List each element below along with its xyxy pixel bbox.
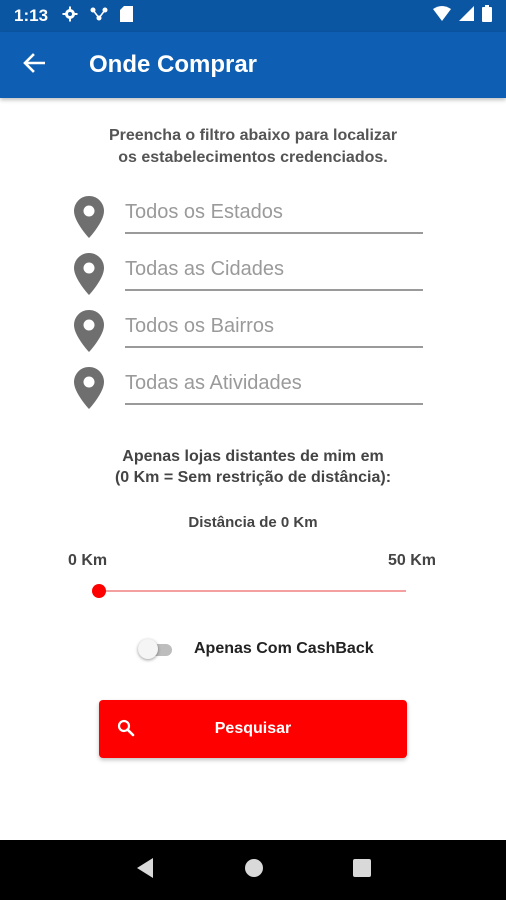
distance-description-line2: (0 Km = Sem restrição de distância): [114,469,392,486]
distance-description-line1: Apenas lojas distantes de mim em [122,448,384,465]
cashback-label: Apenas Com CashBack [194,640,374,657]
status-right-icons [433,5,492,27]
intro-text: Preencha o filtro abaixo para localizar … [0,125,506,169]
city-select[interactable]: Todas as Cidades [125,251,423,291]
signal-icon [459,6,474,26]
activity-filter-row: Todas as Atividades [70,365,426,409]
toggle-thumb [138,639,158,659]
search-button-label: Pesquisar [214,720,292,737]
search-icon [117,719,135,742]
location-pin-icon [74,310,104,357]
back-button[interactable] [0,32,68,98]
neighborhood-filter-row: Todos os Bairros [70,308,426,352]
distance-description: Apenas lojas distantes de mim em (0 Km =… [0,446,506,488]
location-pin-icon [74,253,104,300]
neighborhood-select[interactable]: Todos os Bairros [125,308,423,348]
location-pin-icon [74,196,104,243]
recents-square-icon[interactable] [353,858,372,882]
cashback-row: Apenas Com CashBack [138,638,374,660]
app-bar: Onde Comprar [0,32,506,98]
range-max-label: 50 Km [388,552,437,569]
back-triangle-icon[interactable] [135,857,155,884]
status-bar: 1:13 [0,0,506,32]
state-select[interactable]: Todos os Estados [125,194,423,234]
activity-select[interactable]: Todas as Atividades [125,365,423,405]
distance-slider[interactable] [92,582,408,600]
state-filter-row: Todos os Estados [70,194,426,238]
system-nav-bar [0,840,506,900]
intro-text-content: Preencha o filtro abaixo para localizar … [108,127,398,166]
search-button[interactable]: Pesquisar [99,700,407,758]
distance-current-label: Distância de 0 Km [188,514,318,531]
slider-track[interactable] [98,590,406,592]
cashback-toggle[interactable] [138,638,174,660]
sd-card-icon [120,5,134,27]
page-title: Onde Comprar [89,51,258,78]
network-icon [90,6,108,27]
gear-icon [62,6,78,27]
home-circle-icon[interactable] [244,858,264,883]
arrow-left-icon [23,52,46,78]
city-filter-row: Todas as Cidades [70,251,426,295]
slider-thumb[interactable] [92,584,106,598]
status-left-icons [62,5,134,27]
status-time: 1:13 [14,6,49,25]
location-pin-icon [74,367,104,414]
battery-icon [482,5,492,27]
range-min-label: 0 Km [68,552,108,569]
filter-form: Preencha o filtro abaixo para localizar … [0,98,506,840]
wifi-icon [433,6,451,26]
